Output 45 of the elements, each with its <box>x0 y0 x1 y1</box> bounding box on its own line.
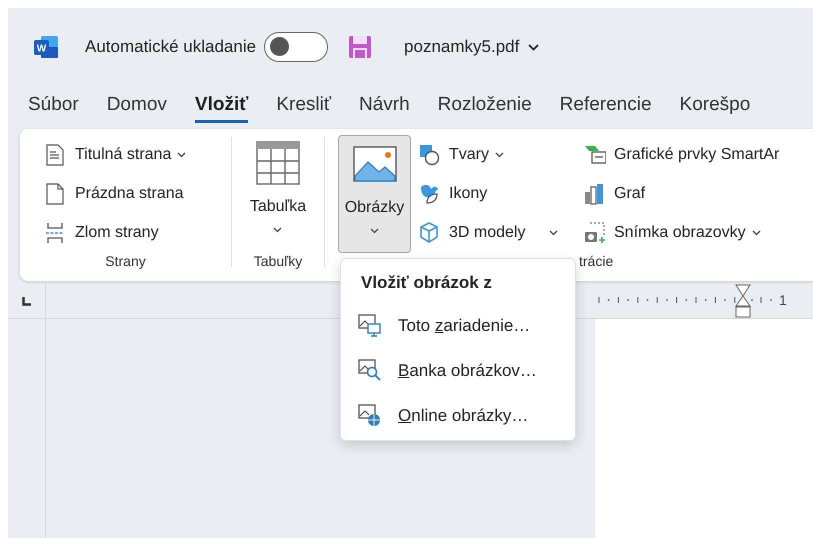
command-button[interactable]: Snímka obrazovky <box>584 214 780 253</box>
command-button[interactable]: Zlom strany <box>45 214 186 253</box>
command-button[interactable]: Titulná strana <box>45 135 186 174</box>
screenshot-icon <box>584 222 606 244</box>
save-icon <box>348 35 372 59</box>
ribbon-tab[interactable]: Návrh <box>358 88 410 123</box>
bar-chart-icon <box>584 182 606 205</box>
bird-leaf-icon <box>419 182 441 205</box>
group-label: trácie <box>578 253 614 269</box>
menu-title: Vložiť obrázok z <box>361 273 493 293</box>
ribbon-tab[interactable]: Korešpo <box>680 88 750 123</box>
group-label: Strany <box>104 253 147 269</box>
command-button[interactable]: Graf <box>584 174 780 214</box>
ribbon-tab[interactable]: Domov <box>106 88 167 123</box>
chevron-down-icon <box>528 44 540 50</box>
picture-globe-icon <box>358 404 381 427</box>
ribbon-tab[interactable]: Rozloženie <box>438 88 532 123</box>
menu-item[interactable]: Toto zariadenie… <box>341 303 575 348</box>
menu-item[interactable]: Banka obrázkov… <box>341 348 575 393</box>
command-button[interactable]: Ikony <box>419 174 584 214</box>
picture-icon <box>352 146 396 182</box>
cube-icon <box>419 222 441 244</box>
tab-stop-icon <box>22 297 31 306</box>
autosave-toggle[interactable] <box>264 32 328 62</box>
picture-search-icon <box>358 359 381 382</box>
command-button[interactable]: Tvary <box>419 135 584 174</box>
command-button[interactable]: Grafické prvky SmartAr <box>584 135 780 174</box>
ribbon-tab[interactable]: Súbor <box>28 88 79 123</box>
picture-monitor-icon <box>358 314 381 337</box>
smartart-icon <box>584 144 606 166</box>
shapes-icon <box>419 144 441 166</box>
ruler-number: 1 <box>779 292 787 308</box>
menu-item[interactable]: Online obrázky… <box>341 393 575 438</box>
command-button[interactable]: 3D modely <box>419 214 584 253</box>
command-button[interactable]: Prázdna strana <box>45 174 186 214</box>
ribbon-tab[interactable]: Vložiť <box>194 88 248 123</box>
ribbon-tab[interactable]: Referencie <box>560 88 652 123</box>
ribbon-tab[interactable]: Kresliť <box>276 88 331 123</box>
table-button[interactable]: Tabuľka <box>250 141 306 253</box>
indent-marker-icon <box>735 284 751 318</box>
group-label: Tabuľky <box>252 253 304 269</box>
table-icon <box>256 141 300 185</box>
filename-button[interactable]: poznamky5.pdf <box>404 37 540 57</box>
autosave-label: Automatické ukladanie <box>85 37 256 57</box>
pictures-button[interactable]: Obrázky <box>338 135 411 253</box>
